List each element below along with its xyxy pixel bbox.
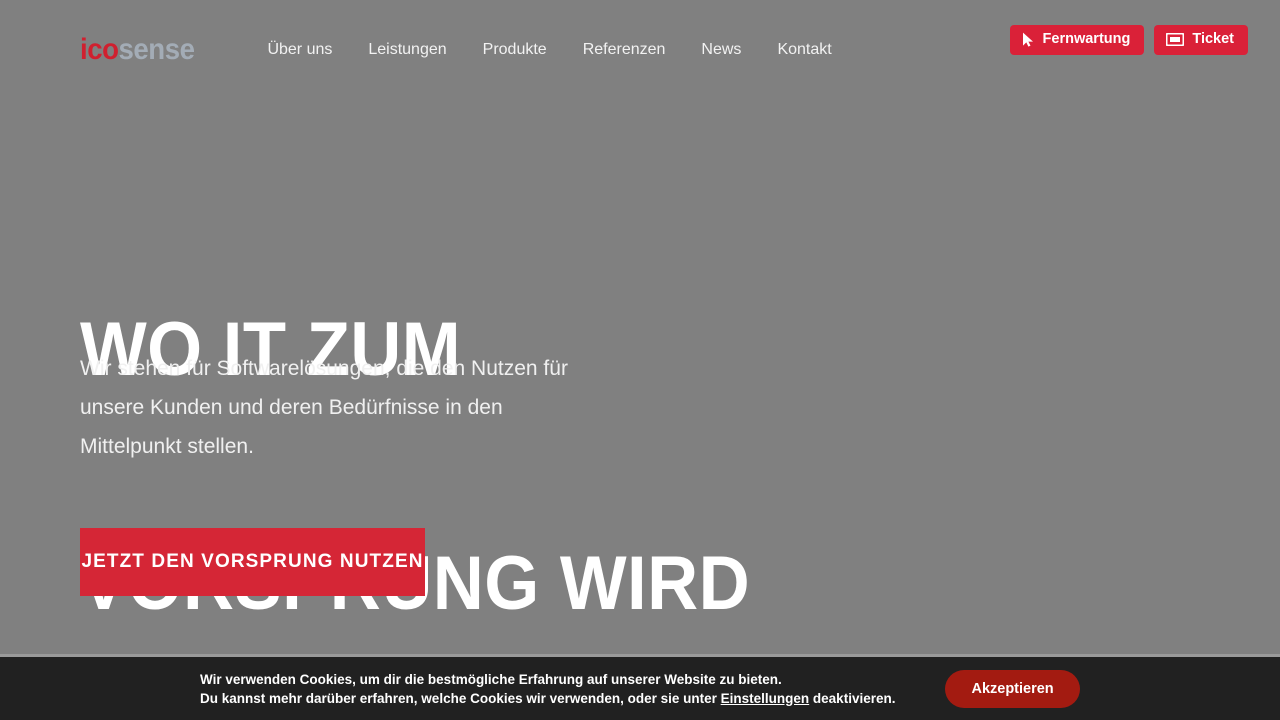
nav-item-leistungen[interactable]: Leistungen — [350, 42, 464, 58]
hero-cta-button[interactable]: JETZT DEN VORSPRUNG NUTZEN — [80, 528, 425, 596]
hero-section: WO IT ZUM VORSPRUNG WIRD Wir stehen für … — [0, 100, 1280, 654]
cookie-text-line-1: Wir verwenden Cookies, um dir die bestmö… — [200, 671, 782, 687]
cookie-consent-text: Wir verwenden Cookies, um dir die bestmö… — [200, 670, 895, 708]
cookie-consent-banner: Wir verwenden Cookies, um dir die bestmö… — [0, 654, 1280, 720]
fernwartung-button[interactable]: Fernwartung — [1009, 25, 1145, 55]
nav-item-kontakt[interactable]: Kontakt — [759, 42, 849, 58]
cookie-settings-link[interactable]: Einstellungen — [721, 691, 810, 706]
nav-item-referenzen[interactable]: Referenzen — [565, 42, 684, 58]
logo-text-ico: ico — [80, 33, 119, 66]
cookie-text-line-2-suffix: deaktivieren. — [809, 690, 896, 706]
nav-item-produkte[interactable]: Produkte — [465, 42, 565, 58]
cookie-accept-button[interactable]: Akzeptieren — [945, 669, 1080, 708]
cookie-text-line-2-prefix: Du kannst mehr darüber erfahren, welche … — [200, 690, 721, 706]
ticket-icon — [1166, 33, 1185, 46]
site-logo[interactable]: ico sense — [80, 33, 195, 66]
hero-cta-label: JETZT DEN VORSPRUNG NUTZEN — [81, 551, 424, 572]
hero-subtitle: Wir stehen für Softwarelösungen, die den… — [80, 357, 568, 458]
ticket-button-label: Ticket — [1192, 31, 1234, 48]
header-actions: Fernwartung Ticket — [1009, 25, 1248, 55]
logo-text-sense: sense — [118, 33, 195, 66]
nav-item-ueber-uns[interactable]: Über uns — [249, 42, 350, 58]
main-navigation: Über uns Leistungen Produkte Referenzen … — [249, 42, 849, 58]
cookie-accept-label: Akzeptieren — [971, 680, 1054, 697]
cursor-arrow-icon — [1022, 32, 1035, 47]
nav-item-news[interactable]: News — [683, 42, 759, 58]
cookie-text-line-2: Du kannst mehr darüber erfahren, welche … — [200, 689, 895, 708]
site-header: ico sense Über uns Leistungen Produkte R… — [0, 0, 1280, 100]
fernwartung-button-label: Fernwartung — [1042, 31, 1131, 48]
ticket-button[interactable]: Ticket — [1154, 25, 1248, 55]
